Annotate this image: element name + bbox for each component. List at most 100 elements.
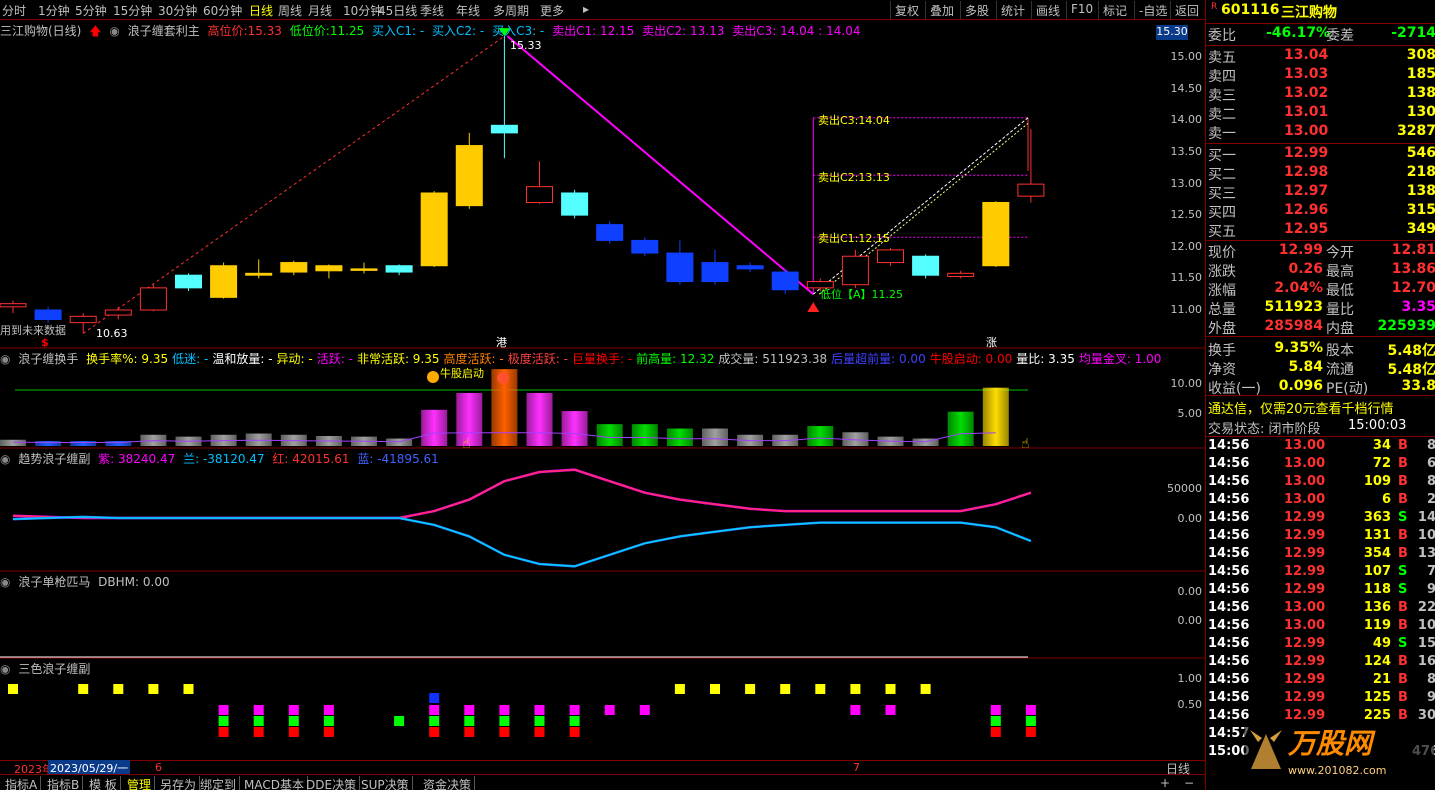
toolbar-button-3[interactable]: 统计	[996, 1, 1029, 19]
dbhm-indicator-name[interactable]: 浪子单枪匹马	[18, 575, 90, 589]
bid-row[interactable]: 买五 12.95 349	[1206, 221, 1435, 240]
period-label: 日线	[1166, 762, 1191, 776]
bottom-tab-0[interactable]: 指标A	[2, 776, 42, 790]
indicator-toggle-icon[interactable]: ◉	[0, 575, 10, 589]
signal-square	[253, 727, 264, 737]
zoom-out-icon[interactable]: −	[1184, 776, 1194, 790]
bottom-tab-1[interactable]: 指标B	[44, 776, 84, 790]
toolbar-button-8[interactable]: 返回	[1170, 1, 1203, 19]
period-toolbar: 分时 1分钟 5分钟 15分钟 30分钟 60分钟 日线 周线 月线 10分钟 45日线 季线 年线 多周…	[0, 0, 1205, 20]
bottom-tab-7[interactable]: DDE决策	[303, 776, 361, 790]
trade-state: 交易状态: 闭市阶段 15:00:03	[1208, 418, 1407, 437]
zoom-in-icon[interactable]: +	[1160, 776, 1170, 790]
bottom-tab-9[interactable]: 资金决策	[420, 776, 476, 790]
low-position-tag: 低位【A】11.25	[820, 288, 904, 301]
period-tab-1[interactable]: 1分钟	[38, 2, 70, 19]
period-tab-7[interactable]: 周线	[278, 2, 302, 19]
ask-row[interactable]: 卖二 13.01 130	[1206, 104, 1435, 123]
more-arrow-icon[interactable]: ▸	[583, 2, 589, 16]
bottom-tab-6[interactable]: MACD基本	[241, 776, 308, 790]
period-tab-6[interactable]: 日线	[249, 2, 273, 19]
ask-row[interactable]: 卖一 13.00 3287	[1206, 123, 1435, 142]
price-tick: 13.50	[1170, 144, 1203, 158]
tricolor-indicator-name[interactable]: 三色浪子缠副	[18, 662, 90, 676]
candle-body	[982, 201, 1010, 267]
toolbar-button-6[interactable]: 标记	[1098, 1, 1131, 19]
tick-row: 14:56 12.99 118 S 9	[1208, 582, 1435, 597]
toolbar-button-5[interactable]: F10	[1066, 1, 1097, 19]
hand-cursor-icon-2: ☝	[1021, 436, 1030, 452]
period-tab-10[interactable]: 45日线	[378, 2, 417, 19]
signal-square	[534, 705, 545, 715]
low-label: 低位价:	[289, 24, 330, 38]
signal-square	[569, 705, 580, 715]
turnover-bar	[982, 387, 1009, 446]
signal-square	[183, 684, 194, 694]
price-tick: 11.00	[1170, 303, 1203, 316]
ask-row[interactable]: 卖五 13.04 308	[1206, 47, 1435, 66]
chart-area[interactable]: ☝ ☝ 三江购物(日线) 🡅 ◉ 浪子缠套利主 高位价:15.33 低位价:11.…	[0, 20, 1205, 760]
period-tab-0[interactable]: 分时	[2, 2, 26, 19]
signal-square	[429, 716, 440, 726]
period-tab-12[interactable]: 年线	[456, 2, 480, 19]
period-tab-14[interactable]: 更多	[540, 2, 564, 19]
main-indicator-name[interactable]: 浪子缠套利主	[128, 24, 200, 38]
tick-row: 14:56 13.00 6 B 2	[1208, 492, 1435, 507]
bottom-tab-8[interactable]: SUP决策	[358, 776, 413, 790]
toolbar-button-1[interactable]: 叠加	[925, 1, 958, 19]
candle-body	[245, 272, 273, 276]
turnover-indicator-name[interactable]: 浪子缠换手	[18, 352, 78, 366]
bid-row[interactable]: 买四 12.96 315	[1206, 202, 1435, 221]
signal-square	[1025, 705, 1036, 715]
bottom-tab-5[interactable]: 绑定到	[197, 776, 241, 790]
promo-link[interactable]: 通达信，仅需20元查看千档行情	[1206, 398, 1435, 417]
sell-c1-tag: 卖出C1:12.15	[818, 232, 890, 245]
signal-square	[253, 705, 264, 715]
bull-start-icon-2	[497, 372, 509, 384]
indicator-toggle-icon[interactable]: ◉	[0, 452, 10, 466]
bottom-tab-3[interactable]: 管理	[124, 776, 156, 790]
turnover-item-9: 前高量: 12.32	[636, 352, 715, 366]
dbhm-value: DBHM: 0.00	[98, 575, 170, 589]
period-tab-13[interactable]: 多周期	[493, 2, 529, 19]
turnover-item-10: 成交量: 511923.38	[718, 352, 828, 366]
falling-trend-line	[506, 35, 814, 295]
toolbar-button-0[interactable]: 复权	[890, 1, 923, 19]
period-tab-11[interactable]: 季线	[420, 2, 444, 19]
turnover-bar	[0, 439, 26, 446]
period-tab-4[interactable]: 30分钟	[158, 2, 197, 19]
bottom-tab-2[interactable]: 模 板	[86, 776, 121, 790]
tick-row: 14:56 12.99 107 S 7	[1208, 564, 1435, 579]
bid-row[interactable]: 买二 12.98 218	[1206, 164, 1435, 183]
trend-red: 红: 42015.61	[272, 452, 350, 466]
indicator-toggle-icon[interactable]: ◉	[0, 662, 10, 676]
ask-row[interactable]: 卖四 13.03 185	[1206, 66, 1435, 85]
signal-square	[885, 705, 896, 715]
indicator-toggle-icon[interactable]: ◉	[0, 352, 10, 366]
period-tab-2[interactable]: 5分钟	[75, 2, 107, 19]
turnover-bar	[35, 441, 62, 446]
period-tab-3[interactable]: 15分钟	[113, 2, 152, 19]
period-tab-8[interactable]: 月线	[308, 2, 332, 19]
quote-panel: R 601116 三江购物 委比 -46.17% 委差 -2714 卖五 13.0…	[1205, 0, 1435, 790]
stat-row: 涨幅 2.04% 最低 12.70	[1208, 280, 1435, 299]
candle-body	[34, 309, 62, 320]
month-7: 7	[853, 761, 860, 774]
bid-row[interactable]: 买一 12.99 546	[1206, 145, 1435, 164]
turnover-item-6: 高度活跃: -	[443, 352, 504, 366]
toolbar-button-4[interactable]: 画线	[1031, 1, 1064, 19]
sell-c3-tag: 卖出C3:14.04	[818, 114, 890, 127]
signal-square	[218, 705, 229, 715]
toolbar-button-7[interactable]: -自选	[1134, 1, 1171, 19]
indicator-toggle-icon[interactable]: ◉	[109, 24, 119, 38]
signal-square	[288, 727, 299, 737]
toolbar-button-2[interactable]: 多股	[960, 1, 993, 19]
trend-indicator-name[interactable]: 趋势浪子缠副	[18, 452, 90, 466]
period-tab-5[interactable]: 60分钟	[203, 2, 242, 19]
ask-row[interactable]: 卖三 13.02 138	[1206, 85, 1435, 104]
trend-red-line	[12, 468, 1032, 519]
period-tab-9[interactable]: 10分钟	[343, 2, 382, 19]
bottom-tab-4[interactable]: 另存为	[157, 776, 201, 790]
chart-canvas[interactable]: ☝ ☝	[0, 20, 1205, 760]
bid-row[interactable]: 买三 12.97 138	[1206, 183, 1435, 202]
